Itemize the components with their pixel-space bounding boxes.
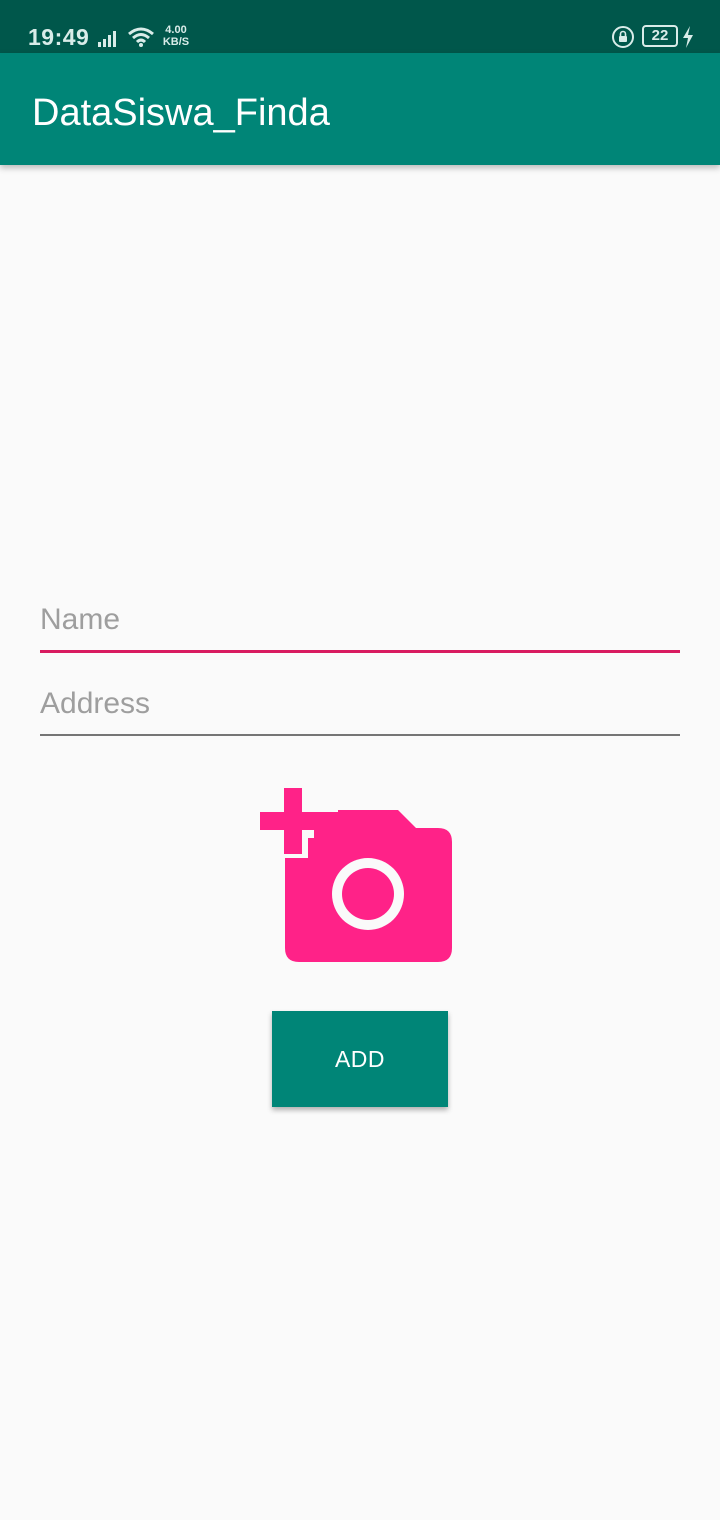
add-a-photo-icon[interactable] [258,786,454,964]
charging-icon [683,26,693,48]
name-input[interactable] [40,590,680,650]
network-speed-value: 4.00 [165,24,187,36]
signal-icon [98,31,116,47]
status-bar: 19:49 4.00 KB/S 22 [0,0,720,53]
wifi-icon [128,27,154,47]
status-time: 19:49 [28,24,90,50]
network-speed-unit: KB/S [162,36,190,48]
rotation-lock-icon [612,26,634,48]
name-field[interactable] [40,590,680,653]
address-input[interactable] [40,674,680,734]
app-bar: DataSiswa_Finda [0,53,720,165]
address-field[interactable] [40,674,680,736]
network-speed: 4.00 KB/S [159,24,193,48]
app-title: DataSiswa_Finda [32,92,330,134]
battery-icon: 22 [642,25,678,47]
battery-level: 22 [651,27,669,44]
add-button[interactable]: ADD [272,1011,448,1107]
